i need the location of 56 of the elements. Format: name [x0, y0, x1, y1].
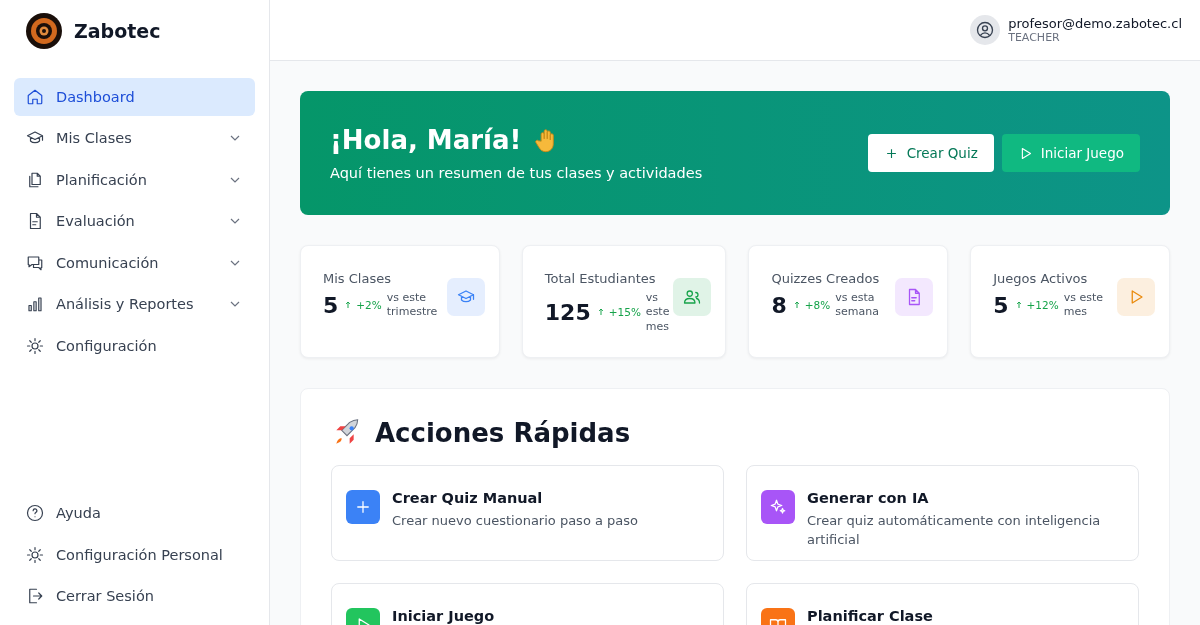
quick-action-card[interactable]: Iniciar Juego [331, 583, 724, 625]
stat-change: +2% [356, 299, 382, 312]
stat-change: +15% [608, 306, 641, 319]
action-title: Crear Quiz Manual [392, 490, 544, 506]
nav-item[interactable]: Mis Clases [14, 119, 255, 157]
quick-action-card[interactable]: Generar con IA Crear quiz automáticamente con inteligencia artificial [746, 465, 1139, 561]
stat-label: Quizzes Creados [771, 271, 880, 286]
action-button[interactable]: Crear Quiz [867, 134, 994, 172]
arrow-up-icon [1015, 301, 1022, 310]
stat-change: +12% [1026, 299, 1059, 312]
chat-icon [26, 253, 44, 272]
quick-action-card[interactable]: Crear Quiz Manual Crear nuevo cuestionario paso a paso [331, 465, 724, 561]
nav-item[interactable]: Planificación [14, 161, 255, 199]
stat-change: +8% [804, 299, 831, 312]
stat-period: vs este trimestre [386, 291, 439, 320]
brand-name: Zabotec [74, 20, 161, 42]
stat-period: vs este mes [1063, 291, 1104, 320]
welcome-title: ¡Hola, María! [330, 125, 522, 155]
avatar-icon[interactable] [970, 15, 1001, 45]
arrow-up-icon [597, 308, 604, 317]
action-title: Generar con IA [807, 490, 930, 506]
logout-icon [26, 587, 44, 606]
nav-item[interactable]: Cerrar Sesión [14, 577, 255, 615]
stat-value: 5 [323, 292, 339, 318]
stat-period: vs esta semana [835, 291, 880, 320]
nav-item[interactable]: Evaluación [14, 202, 255, 240]
users-icon [683, 288, 702, 306]
stat-label: Mis Clases [323, 271, 391, 286]
nav-item[interactable]: Configuración [14, 327, 255, 365]
stat-value: 5 [993, 292, 1009, 318]
nav-item[interactable]: Análisis y Reportes [14, 285, 255, 323]
arrow-up-icon [793, 301, 800, 310]
arrow-up-icon [345, 301, 352, 310]
nav-item[interactable]: Configuración Personal [14, 536, 255, 574]
section-title: Acciones Rápidas [375, 418, 631, 448]
user-role: TEACHER [1008, 31, 1061, 44]
nav-item[interactable]: Ayuda [14, 494, 255, 532]
quick-action-card[interactable]: Planificar Clase [746, 583, 1139, 625]
stat-period: vs este mes [645, 291, 670, 334]
stat-value: 125 [544, 299, 591, 325]
action-title: Iniciar Juego [392, 608, 495, 624]
stat-value: 8 [771, 292, 787, 318]
action-title: Planificar Clase [807, 608, 933, 624]
home-icon [26, 87, 44, 106]
welcome-subtitle: Aquí tienes un resumen de tus clases y actividades [330, 165, 703, 181]
bar-chart-icon [26, 295, 44, 314]
stat-label: Total Estudiantes [544, 271, 656, 286]
logo-icon [24, 11, 64, 51]
stat-label: Juegos Activos [993, 271, 1088, 286]
nav-item[interactable]: Dashboard [14, 78, 255, 116]
help-icon [26, 504, 44, 523]
documents-icon [26, 170, 44, 189]
nav-item[interactable]: Comunicación [14, 244, 255, 282]
user-email: profesor@demo.zabotec.cl [1008, 16, 1182, 31]
action-description: Crear nuevo cuestionario paso a paso [392, 512, 639, 530]
action-description: Crear quiz automáticamente con inteligencia artificial [807, 512, 1102, 549]
